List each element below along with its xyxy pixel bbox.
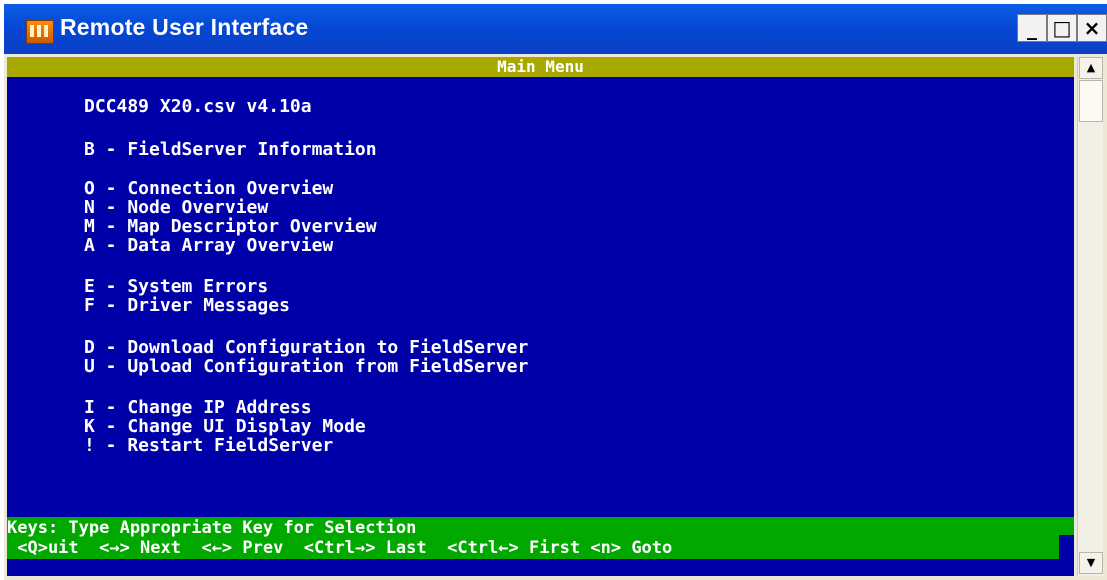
navigation-keys: <Q>uit <→> Next <←> Prev <Ctrl→> Last <C… (7, 538, 673, 558)
menu-item-change-ui-mode[interactable]: K - Change UI Display Mode (84, 417, 366, 437)
maximize-button[interactable]: □ (1047, 14, 1077, 42)
scroll-thumb[interactable] (1079, 80, 1103, 122)
minimize-button[interactable]: _ (1017, 14, 1047, 42)
menu-item-restart[interactable]: ! - Restart FieldServer (84, 436, 333, 456)
scroll-down-arrow-icon[interactable]: ▼ (1079, 552, 1103, 574)
menu-item-download-config[interactable]: D - Download Configuration to FieldServe… (84, 338, 528, 358)
scroll-up-arrow-icon[interactable]: ▲ (1079, 57, 1103, 79)
menu-item-data-array-overview[interactable]: A - Data Array Overview (84, 236, 333, 256)
menu-item-upload-config[interactable]: U - Upload Configuration from FieldServe… (84, 357, 528, 377)
window-title: Remote User Interface (60, 14, 309, 40)
vertical-scrollbar[interactable]: ▲ ▼ (1077, 57, 1103, 576)
app-icon (26, 20, 54, 44)
menu-item-system-errors[interactable]: E - System Errors (84, 277, 268, 297)
menu-item-fieldserver-info[interactable]: B - FieldServer Information (84, 140, 377, 160)
menu-header: Main Menu (7, 57, 1074, 77)
close-button[interactable]: × (1077, 14, 1107, 42)
menu-item-driver-messages[interactable]: F - Driver Messages (84, 296, 290, 316)
version-line: DCC489 X20.csv v4.10a (84, 96, 312, 117)
title-bar[interactable]: Remote User Interface _ □ × (4, 4, 1107, 54)
status-bar: Keys: Type Appropriate Key for Selection… (7, 517, 1074, 559)
terminal-screen[interactable]: Main Menu DCC489 X20.csv v4.10a B - Fiel… (7, 57, 1074, 576)
menu-item-change-ip[interactable]: I - Change IP Address (84, 398, 312, 418)
keys-hint: Keys: Type Appropriate Key for Selection (7, 518, 417, 538)
cursor-block (1059, 535, 1074, 559)
menu-item-map-descriptor-overview[interactable]: M - Map Descriptor Overview (84, 217, 377, 237)
menu-item-node-overview[interactable]: N - Node Overview (84, 198, 268, 218)
menu-item-connection-overview[interactable]: O - Connection Overview (84, 179, 333, 199)
